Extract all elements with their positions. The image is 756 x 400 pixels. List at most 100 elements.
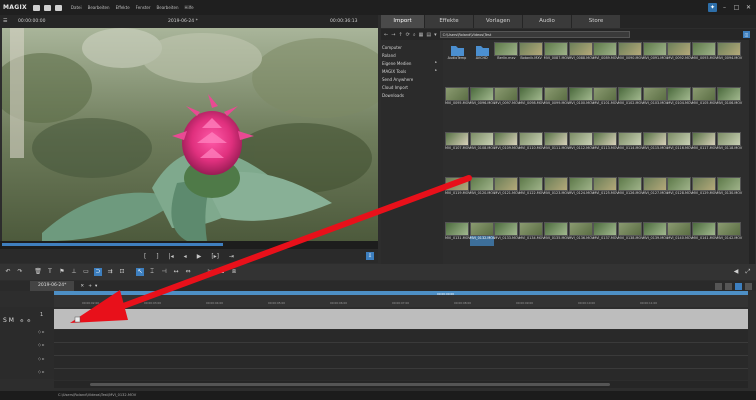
track-5-controls[interactable]: ◇ ▸ (38, 369, 44, 374)
snap-icon[interactable]: ⊡ (118, 268, 126, 276)
grid-view-icon[interactable]: ▦ (419, 32, 424, 38)
tab-audio[interactable]: Audio (523, 15, 571, 28)
solo-mute-label[interactable]: S M (3, 317, 14, 324)
storyboard-view-icon[interactable] (725, 282, 732, 290)
tab-vorlagen[interactable]: Vorlagen (474, 15, 522, 28)
timeline-scroll-thumb[interactable] (90, 383, 610, 386)
media-thumbnail[interactable]: MVI_0112.MOV (568, 132, 594, 156)
cut-icon[interactable]: ⌶ (148, 268, 156, 276)
maximize-icon[interactable]: □ (732, 3, 741, 12)
path-field[interactable]: C:\Users\Roland\Videos\Test (439, 31, 630, 38)
folder-item[interactable]: AVCHD (470, 42, 494, 66)
media-thumbnail[interactable]: MVI_0111.MOV (543, 132, 569, 156)
expand-arrow-icon[interactable]: ▸ (435, 60, 437, 64)
redo-icon[interactable]: ↷ (16, 268, 24, 276)
media-thumbnail[interactable]: MVI_0139.MOV (642, 222, 668, 246)
media-thumbnail[interactable]: MVI_0098.MOV (519, 87, 545, 111)
media-thumbnail[interactable]: MVI_0118.MOV (716, 132, 742, 156)
settings-icon[interactable]: ▾ (434, 32, 437, 38)
magic-icon[interactable]: ✄ (206, 268, 214, 276)
close-tab-icon[interactable]: ✕ (80, 284, 84, 289)
media-thumbnail[interactable]: MVI_0099.MOV (543, 87, 569, 111)
ripple-icon[interactable]: ⇉ (106, 268, 114, 276)
save-icon[interactable] (32, 4, 40, 11)
transport-button[interactable]: ] (156, 253, 158, 260)
transport-button[interactable]: [ (144, 253, 146, 260)
media-thumbnail[interactable]: MVI_0092.MOV (667, 42, 693, 66)
media-thumbnail[interactable]: MVI_0121.MOV (494, 177, 520, 201)
forward-icon[interactable]: → (391, 32, 395, 38)
folder-icon[interactable] (43, 4, 51, 11)
video-track-1[interactable] (54, 309, 748, 329)
media-thumbnail[interactable]: MVI_0094.MOV (716, 42, 742, 66)
transport-button[interactable]: ⇥ (229, 253, 234, 260)
media-thumbnail[interactable]: MVI_0136.MOV (568, 222, 594, 246)
menu-icon[interactable]: ☰ (3, 18, 7, 24)
media-thumbnail[interactable]: MVI_0126.MOV (617, 177, 643, 201)
crop-icon[interactable]: ⧉ (218, 268, 226, 276)
browser-scrollbar[interactable] (749, 40, 755, 264)
close-icon[interactable]: ✕ (744, 3, 753, 12)
expand-arrow-icon[interactable]: ▸ (435, 68, 437, 72)
up-icon[interactable]: ↑ (398, 32, 402, 38)
folder-item[interactable]: AudioTemp (445, 42, 469, 66)
expand-icon[interactable]: ⤢ (744, 268, 752, 276)
media-thumbnail[interactable]: MVI_0103.MOV (642, 87, 668, 111)
film-icon[interactable] (54, 4, 62, 11)
link-icon[interactable]: ⊃ (94, 268, 102, 276)
title-icon[interactable]: T (46, 268, 54, 276)
media-thumbnail[interactable]: MVI_0107.MOV (445, 132, 471, 156)
media-thumbnail[interactable]: Botanik.MXV (519, 42, 544, 66)
media-thumbnail[interactable]: MVI_0110.MOV (519, 132, 545, 156)
media-thumbnail[interactable]: MVI_0138.MOV (617, 222, 643, 246)
timeline-view-icon[interactable] (715, 282, 722, 290)
pointer-icon[interactable]: ↖ (136, 268, 144, 276)
media-thumbnail[interactable]: MVI_0122.MOV (519, 177, 545, 201)
tab-effekte[interactable]: Effekte (425, 15, 473, 28)
media-thumbnail[interactable]: MVI_0093.MOV (692, 42, 718, 66)
list-view-icon[interactable]: ▤ (426, 32, 431, 38)
media-thumbnail[interactable]: MVI_0091.MOV (642, 42, 668, 66)
pin-icon[interactable]: ✦ (708, 3, 717, 12)
slip-icon[interactable]: ⇔ (184, 268, 192, 276)
media-thumbnail[interactable]: MVI_0106.MOV (716, 87, 742, 111)
track-2-controls[interactable]: ◇ ▸ (38, 329, 44, 334)
sidebar-item[interactable]: Roland (381, 51, 443, 59)
media-thumbnail[interactable]: MVI_0089.MOV (593, 42, 619, 66)
media-thumbnail[interactable]: Berlin.mxv (494, 42, 519, 66)
tab-menu-icon[interactable]: ▾ (95, 284, 97, 289)
track-4-controls[interactable]: ◇ ▸ (38, 356, 44, 361)
media-thumbnail[interactable]: MVI_0109.MOV (494, 132, 520, 156)
minimize-icon[interactable]: – (720, 3, 729, 12)
media-thumbnail[interactable]: MVI_0128.MOV (667, 177, 693, 201)
media-thumbnail[interactable]: MVI_0130.MOV (716, 177, 742, 201)
media-thumbnail[interactable]: MVI_0096.MOV (469, 87, 495, 111)
sidebar-item[interactable]: Cloud Import (381, 83, 443, 91)
video-preview[interactable] (2, 28, 378, 241)
media-thumbnail[interactable]: MVI_0108.MOV (469, 132, 495, 156)
transport-button[interactable]: [▸] (211, 253, 219, 260)
menu-item[interactable]: Bearbeiten (157, 5, 179, 10)
media-thumbnail[interactable]: MVI_0142.MOV (716, 222, 742, 246)
media-thumbnail[interactable]: MVI_0133.MOV (494, 222, 520, 246)
split-icon[interactable]: ⊥ (70, 268, 78, 276)
media-thumbnail[interactable]: MVI_0117.MOV (692, 132, 718, 156)
transport-button[interactable]: ▶ (197, 253, 202, 260)
refresh-icon[interactable]: ⟳ (406, 32, 410, 38)
stretch-icon[interactable]: ↔ (172, 268, 180, 276)
sidebar-item[interactable]: Downloads (381, 91, 443, 99)
trim-icon[interactable]: ⊣ (160, 268, 168, 276)
media-thumbnail[interactable]: MVI_0140.MOV (667, 222, 693, 246)
sidebar-item[interactable]: Send Anywhere (381, 75, 443, 83)
media-thumbnail[interactable]: MVI_0090.MOV (617, 42, 643, 66)
media-thumbnail[interactable]: MVI_0104.MOV (667, 87, 693, 111)
media-thumbnail[interactable]: MVI_0116.MOV (667, 132, 693, 156)
media-thumbnail[interactable]: MVI_0105.MOV (692, 87, 718, 111)
media-thumbnail[interactable]: MVI_0114.MOV (617, 132, 643, 156)
volume-icon[interactable]: ◀ (732, 268, 740, 276)
transport-button[interactable]: |◂ (169, 253, 174, 260)
undo-icon[interactable]: ↶ (4, 268, 12, 276)
sidebar-item[interactable]: Computer (381, 43, 443, 51)
media-thumbnail[interactable]: MVI_0097.MOV (494, 87, 520, 111)
back-icon[interactable]: ← (384, 32, 388, 38)
